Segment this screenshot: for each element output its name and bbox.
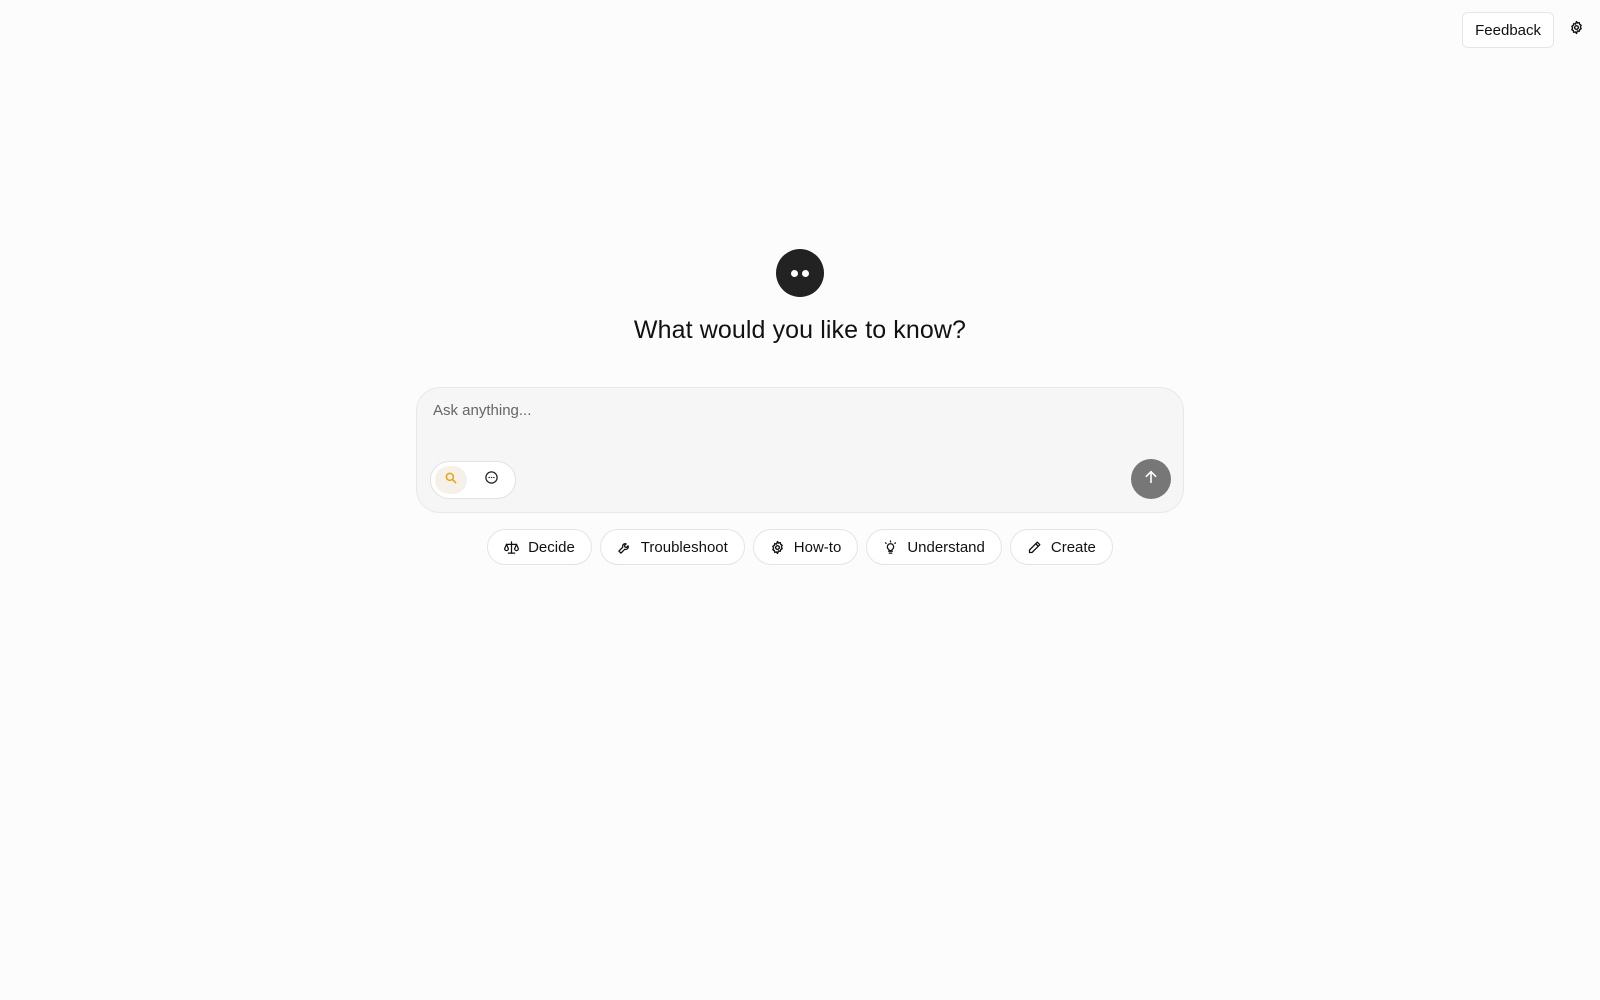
search-icon — [444, 471, 458, 490]
gear-icon — [1569, 20, 1584, 40]
feedback-button[interactable]: Feedback — [1462, 12, 1554, 48]
logo-dot — [791, 269, 798, 277]
page-title: What would you like to know? — [633, 316, 967, 344]
main-center: What would you like to know? Ask anythin… — [416, 249, 1184, 565]
logo-dot — [802, 269, 809, 277]
assistant-logo — [776, 249, 824, 297]
how-to-chip-label: How-to — [793, 538, 842, 556]
decide-chip[interactable]: Decide — [487, 529, 592, 565]
page: Feedback What would you like to know? As… — [0, 0, 1600, 1000]
ask-input[interactable] — [433, 402, 1133, 419]
how-to-chip[interactable]: How-to — [752, 529, 859, 565]
arrow-up-icon — [1143, 469, 1159, 490]
troubleshoot-chip[interactable]: Troubleshoot — [599, 529, 745, 565]
troubleshoot-chip-label: Troubleshoot — [640, 538, 728, 556]
wrench-icon — [617, 540, 632, 555]
gear-icon — [770, 540, 785, 555]
decide-chip-label: Decide — [528, 538, 575, 556]
search-mode-button[interactable] — [435, 466, 467, 494]
settings-button[interactable] — [1566, 20, 1586, 40]
mode-toggle — [430, 461, 516, 499]
top-bar: Feedback — [1462, 12, 1586, 48]
scale-icon — [504, 540, 520, 555]
chat-bubble-icon — [484, 470, 499, 490]
lightbulb-icon — [883, 539, 898, 555]
chat-mode-button[interactable] — [475, 466, 507, 494]
pencil-icon — [1027, 540, 1042, 555]
create-chip[interactable]: Create — [1009, 529, 1113, 565]
understand-chip[interactable]: Understand — [866, 529, 1002, 565]
suggestion-chips: Decide Troubleshoot How-to Understand Cr… — [487, 529, 1113, 565]
composer — [416, 387, 1184, 513]
understand-chip-label: Understand — [907, 538, 985, 556]
send-button[interactable] — [1131, 459, 1171, 499]
create-chip-label: Create — [1050, 538, 1096, 556]
